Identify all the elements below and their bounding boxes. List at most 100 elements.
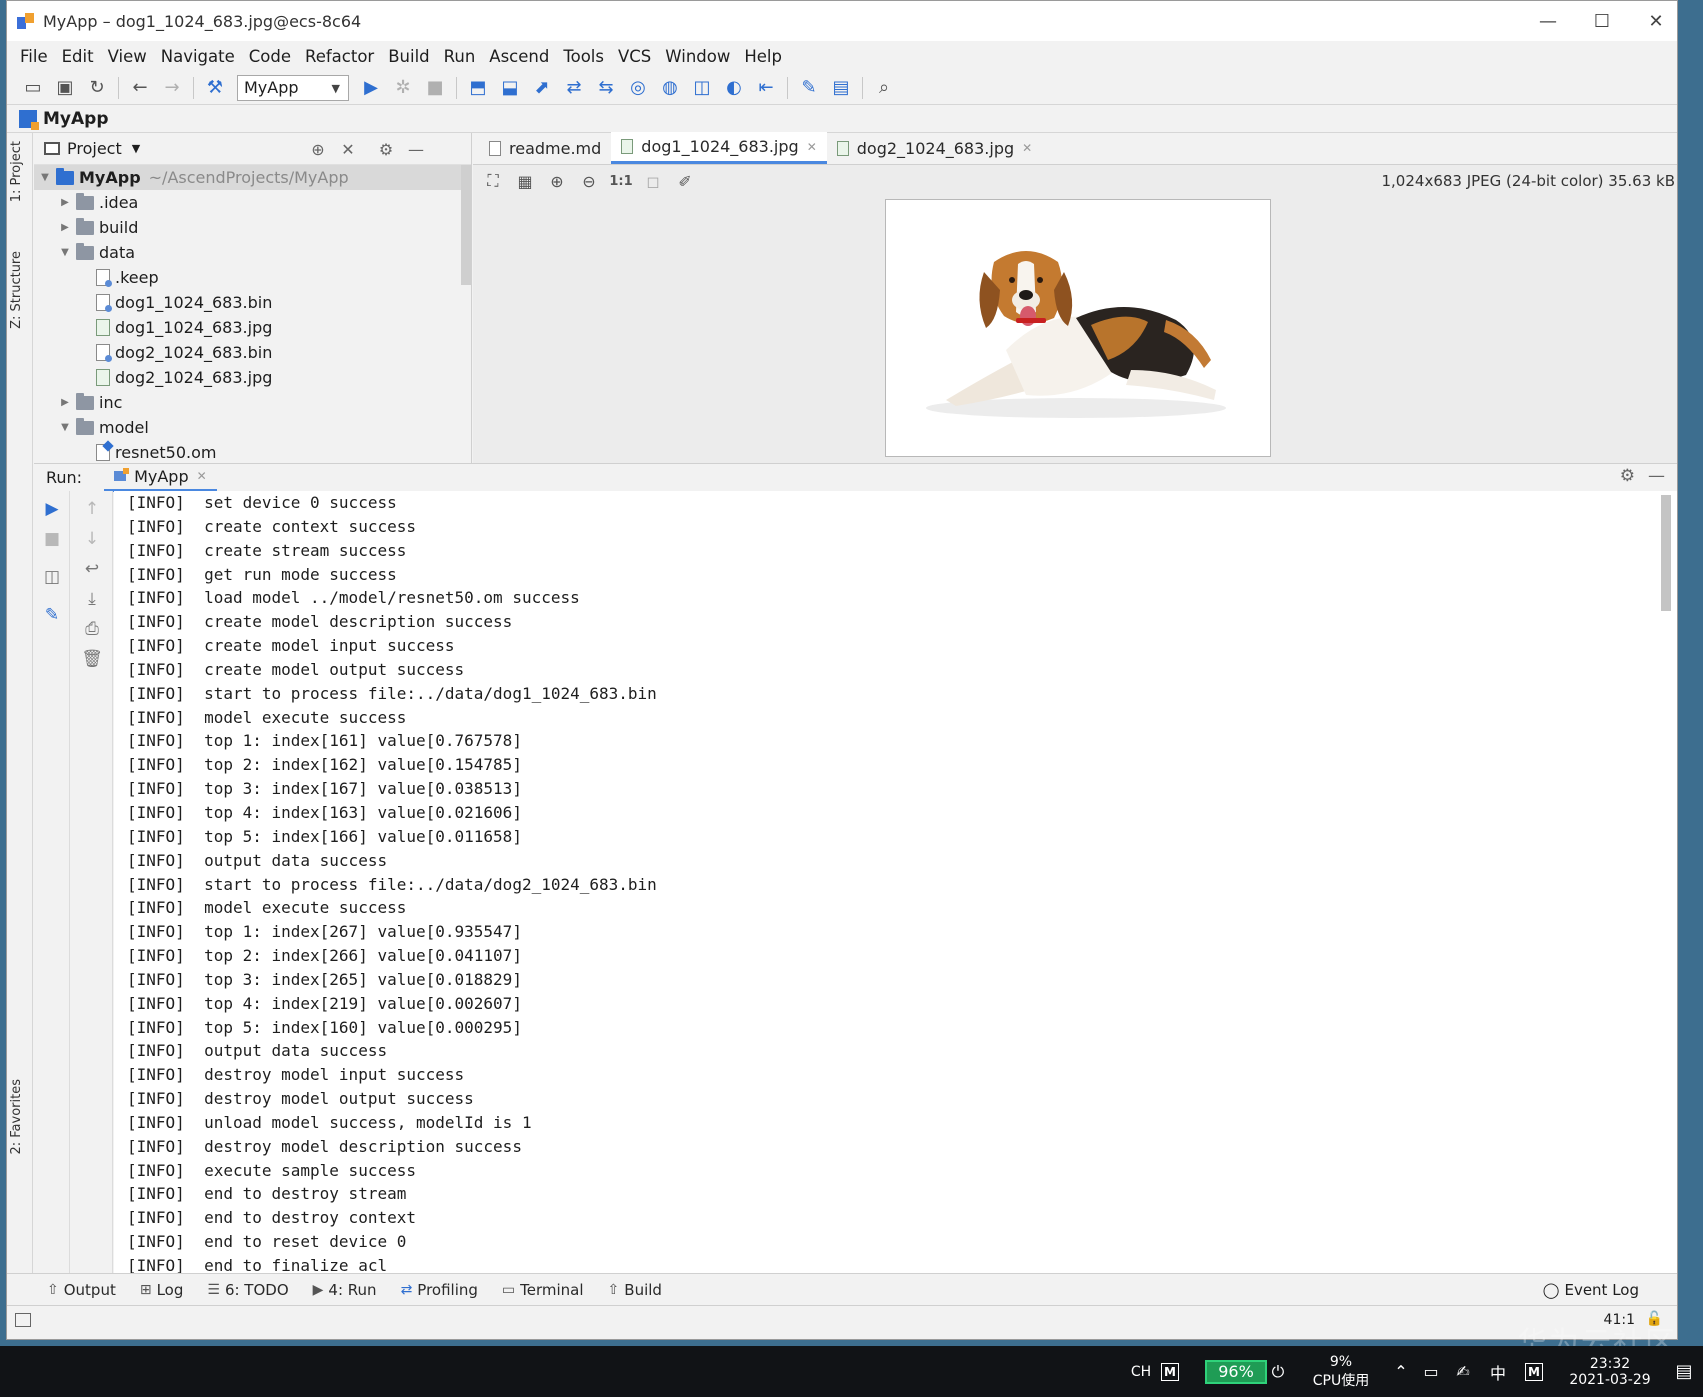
close-button[interactable]: ✕ xyxy=(1627,1,1677,41)
language-indicator[interactable]: CH xyxy=(1128,1346,1154,1397)
sync-icon[interactable]: ↻ xyxy=(81,74,113,102)
tab-dog1-jpg[interactable]: dog1_1024_683.jpg ✕ xyxy=(611,132,827,164)
ascend-tool-8-icon[interactable]: ◫ xyxy=(686,74,718,102)
locate-icon[interactable]: ⊕ xyxy=(306,137,330,161)
bottom-tab-log[interactable]: ⊞ Log xyxy=(140,1281,184,1299)
arrow-down-icon[interactable]: ↓ xyxy=(80,527,104,551)
event-log-button[interactable]: ◯ Event Log xyxy=(1543,1281,1639,1299)
tree-item-keep[interactable]: .keep xyxy=(34,265,471,290)
menu-code[interactable]: Code xyxy=(249,47,291,66)
ascend-tool-9-icon[interactable]: ◐ xyxy=(718,74,750,102)
settings-wrench-icon[interactable]: ✎ xyxy=(793,74,825,102)
collapse-arrow-icon[interactable]: ▶ xyxy=(58,397,72,408)
forward-icon[interactable]: → xyxy=(156,74,188,102)
bottom-tab-profiling[interactable]: ⇄ Profiling xyxy=(401,1281,478,1299)
tree-item-dog2-jpg[interactable]: dog2_1024_683.jpg xyxy=(34,365,471,390)
menu-help[interactable]: Help xyxy=(744,47,782,66)
tree-item-dog2-bin[interactable]: dog2_1024_683.bin xyxy=(34,340,471,365)
menu-window[interactable]: Window xyxy=(665,47,730,66)
ascend-tool-7-icon[interactable]: ◍ xyxy=(654,74,686,102)
hide-panel-icon[interactable]: — xyxy=(404,137,428,161)
ime-mode[interactable]: M xyxy=(1522,1346,1546,1397)
collapse-arrow-icon[interactable]: ▶ xyxy=(58,222,72,233)
menu-file[interactable]: File xyxy=(20,47,48,66)
ascend-tool-10-icon[interactable]: ⇤ xyxy=(750,74,782,102)
arrow-up-icon[interactable]: ↑ xyxy=(80,497,104,521)
expand-arrow-icon[interactable]: ▼ xyxy=(58,422,72,433)
grid-toggle-icon[interactable]: ▦ xyxy=(509,168,541,194)
expand-arrow-icon[interactable]: ▼ xyxy=(38,172,52,183)
run-config-select[interactable]: MyApp ▼ xyxy=(237,74,349,101)
battery-icon[interactable]: ▭ xyxy=(1418,1346,1444,1397)
bottom-tab-todo[interactable]: ☰ 6: TODO xyxy=(207,1281,288,1299)
menu-ascend[interactable]: Ascend xyxy=(489,47,549,66)
tree-item-model[interactable]: ▼ model xyxy=(34,415,471,440)
tree-item-dog1-jpg[interactable]: dog1_1024_683.jpg xyxy=(34,315,471,340)
side-tab-favorites[interactable]: 2: Favorites xyxy=(9,1079,24,1155)
close-tab-icon[interactable]: ✕ xyxy=(197,469,207,483)
chessboard-icon[interactable]: ◻ xyxy=(637,168,669,194)
search-icon[interactable]: ⌕ xyxy=(868,74,900,102)
battery-indicator[interactable]: 96% xyxy=(1204,1346,1268,1397)
cpu-usage[interactable]: 9% CPU使用 xyxy=(1304,1346,1378,1397)
tool-windows-icon[interactable] xyxy=(15,1312,31,1327)
zoom-out-icon[interactable]: ⊖ xyxy=(573,168,605,194)
gear-icon[interactable]: ⚙ xyxy=(374,137,398,161)
menu-build[interactable]: Build xyxy=(388,47,429,66)
notification-icon[interactable]: ▤ xyxy=(1668,1346,1700,1397)
collapse-all-icon[interactable]: ✕ xyxy=(336,137,360,161)
project-scrollbar[interactable] xyxy=(461,165,471,285)
project-structure-icon[interactable]: ▤ xyxy=(825,74,857,102)
chevron-up-icon[interactable]: ⌃ xyxy=(1388,1346,1414,1397)
debug-icon[interactable]: ✲ xyxy=(387,74,419,102)
stop-icon[interactable]: ■ xyxy=(419,74,451,102)
tree-root[interactable]: ▼ MyApp ~/AscendProjects/MyApp xyxy=(34,165,471,190)
menu-tools[interactable]: Tools xyxy=(563,47,604,66)
menu-run[interactable]: Run xyxy=(444,47,476,66)
pen-icon[interactable]: ✍ xyxy=(1450,1346,1476,1397)
tree-item-dog1-bin[interactable]: dog1_1024_683.bin xyxy=(34,290,471,315)
rerun-icon[interactable]: ▶ xyxy=(40,497,64,521)
scroll-to-end-icon[interactable]: ⤓ xyxy=(80,587,104,611)
close-tab-icon[interactable]: ✕ xyxy=(1022,141,1032,155)
minimize-button[interactable]: — xyxy=(1519,1,1577,41)
breadcrumb-project[interactable]: MyApp xyxy=(43,109,109,129)
color-picker-icon[interactable]: ✐ xyxy=(669,168,701,194)
tree-item-idea[interactable]: ▶ .idea xyxy=(34,190,471,215)
bottom-tab-build[interactable]: ⇧ Build xyxy=(608,1281,662,1299)
tab-dog2-jpg[interactable]: dog2_1024_683.jpg ✕ xyxy=(827,132,1042,164)
ascend-tool-4-icon[interactable]: ⇄ xyxy=(558,74,590,102)
ime-zh-indicator[interactable]: 中 xyxy=(1486,1346,1510,1397)
save-all-icon[interactable]: ▣ xyxy=(49,74,81,102)
expand-arrow-icon[interactable]: ▼ xyxy=(58,247,72,258)
actual-size-button[interactable]: 1:1 xyxy=(605,168,637,194)
pin-icon[interactable]: ✎ xyxy=(40,603,64,627)
menu-view[interactable]: View xyxy=(108,47,147,66)
tree-item-resnet50-om[interactable]: resnet50.om xyxy=(34,440,471,465)
menu-navigate[interactable]: Navigate xyxy=(161,47,235,66)
soft-wrap-icon[interactable]: ↩ xyxy=(80,557,104,581)
open-folder-icon[interactable]: ▭ xyxy=(17,74,49,102)
side-tab-project[interactable]: 1: Project xyxy=(9,141,24,202)
gear-icon[interactable]: ⚙ xyxy=(1620,466,1635,486)
print-icon[interactable]: ⎙ xyxy=(80,617,104,641)
project-view-select[interactable]: Project xyxy=(67,139,122,158)
tree-item-inc[interactable]: ▶ inc xyxy=(34,390,471,415)
bottom-tab-terminal[interactable]: ▭ Terminal xyxy=(502,1281,584,1299)
trash-icon[interactable]: 🗑 xyxy=(80,647,104,671)
run-console[interactable]: [INFO] set device 0 success [INFO] create… xyxy=(114,491,1677,1273)
menu-refactor[interactable]: Refactor xyxy=(305,47,374,66)
close-tab-icon[interactable]: ✕ xyxy=(807,140,817,154)
bottom-tab-run[interactable]: ▶ 4: Run xyxy=(313,1281,377,1299)
stop-icon[interactable]: ■ xyxy=(40,527,64,551)
maximize-button[interactable]: ☐ xyxy=(1573,1,1631,41)
ascend-tool-5-icon[interactable]: ⇆ xyxy=(590,74,622,102)
ascend-tool-6-icon[interactable]: ◎ xyxy=(622,74,654,102)
tree-item-data[interactable]: ▼ data xyxy=(34,240,471,265)
menu-edit[interactable]: Edit xyxy=(62,47,94,66)
tree-item-build[interactable]: ▶ build xyxy=(34,215,471,240)
ascend-tool-1-icon[interactable]: ⬒ xyxy=(462,74,494,102)
collapse-arrow-icon[interactable]: ▶ xyxy=(58,197,72,208)
bottom-tab-output[interactable]: ⇧ Output xyxy=(47,1281,116,1299)
clock[interactable]: 23:32 2021-03-29 xyxy=(1556,1346,1664,1397)
